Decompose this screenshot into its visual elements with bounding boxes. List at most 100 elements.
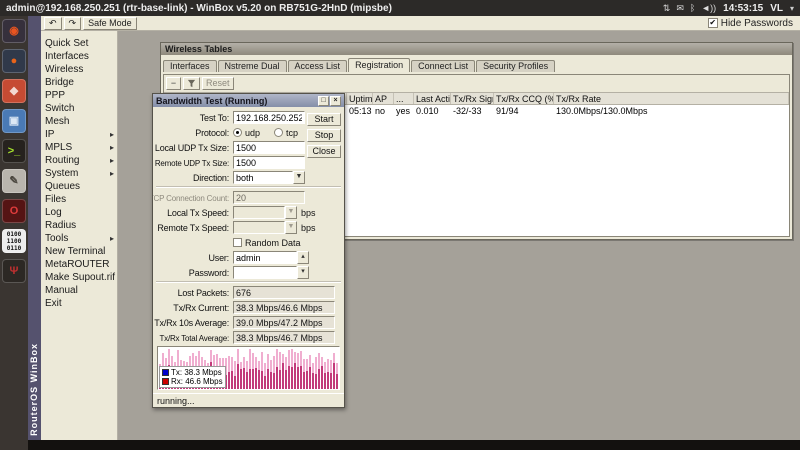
tx-rx-current-label: Tx/Rx Current: (173, 303, 229, 313)
chart-bar (276, 349, 278, 389)
media-app-icon[interactable]: ▣ (2, 109, 26, 133)
test-to-input[interactable] (233, 111, 305, 124)
sidebar-item-bridge[interactable]: Bridge (41, 76, 117, 89)
sidebar-item-ip[interactable]: IP▸ (41, 128, 117, 141)
safe-mode-button[interactable]: Safe Mode (83, 17, 137, 30)
dash-home-icon[interactable]: ◉ (2, 19, 26, 43)
clock[interactable]: 14:53:15 (723, 3, 763, 14)
sidebar-item-mesh[interactable]: Mesh (41, 115, 117, 128)
local-udp-tx-size-input[interactable] (233, 141, 305, 154)
sidebar-item-radius[interactable]: Radius (41, 219, 117, 232)
column-header-last-activi[interactable]: Last Activi... (414, 93, 451, 104)
protocol-udp-radio[interactable] (233, 128, 242, 137)
sidebar-item-ppp[interactable]: PPP (41, 89, 117, 102)
legend-tx-label: Tx: 38.3 Mbps (171, 368, 222, 377)
sidebar-item-exit[interactable]: Exit (41, 297, 117, 310)
legend-rx: Rx: 46.6 Mbps (162, 377, 223, 386)
user-dropdown-icon[interactable]: ▴ (297, 251, 309, 264)
redo-icon: ↷ (69, 18, 77, 28)
tcp-connection-count-input (233, 191, 305, 204)
mail-icon[interactable]: ✉ (676, 4, 684, 13)
remote-udp-tx-size-input[interactable] (233, 156, 305, 169)
legend-rx-swatch (162, 378, 169, 385)
remote-tx-speed-label: Remote Tx Speed: (157, 223, 229, 233)
sidebar-item-routing[interactable]: Routing▸ (41, 154, 117, 167)
filter-button[interactable] (183, 77, 200, 90)
submenu-arrow-icon: ▸ (110, 130, 114, 139)
window-title: admin@192.168.250.251 (rtr-base-link) - … (6, 3, 392, 14)
user-input[interactable] (233, 251, 297, 264)
random-data-checkbox[interactable] (233, 238, 242, 247)
sidebar-item-make-supout-rif[interactable]: Make Supout.rif (41, 271, 117, 284)
sidebar-item-switch[interactable]: Switch (41, 102, 117, 115)
tab-nstreme-dual[interactable]: Nstreme Dual (218, 60, 287, 72)
tx-rx-10s-average-value: 39.0 Mbps/47.2 Mbps (233, 316, 335, 329)
direction-dropdown-icon[interactable]: ▼ (293, 171, 305, 184)
sidebar-item-interfaces[interactable]: Interfaces (41, 50, 117, 63)
volume-icon[interactable]: ◄)) (701, 4, 716, 13)
rollup-button[interactable]: □ (318, 96, 329, 106)
tab-interfaces[interactable]: Interfaces (163, 60, 217, 72)
column-header-more[interactable]: ... (394, 93, 414, 104)
sidebar-item-queues[interactable]: Queues (41, 180, 117, 193)
bandwidth-test-titlebar[interactable]: Bandwidth Test (Running) □ × (153, 94, 344, 107)
session-indicator[interactable]: VL (770, 3, 783, 14)
start-button[interactable]: Start (307, 113, 341, 126)
close-button[interactable]: Close (307, 145, 341, 158)
mdi-area: Wireless Tables InterfacesNstreme DualAc… (118, 31, 800, 440)
column-header-tx-rx-rate[interactable]: Tx/Rx Rate (554, 93, 789, 104)
chart-bar (267, 354, 269, 389)
password-input[interactable] (233, 266, 297, 279)
redo-button[interactable]: ↷ (64, 17, 82, 30)
undo-icon: ↶ (49, 18, 57, 28)
remove-button[interactable]: − (166, 77, 181, 90)
password-dropdown-icon[interactable]: ▾ (297, 266, 309, 279)
direction-input[interactable] (233, 171, 293, 184)
sidebar-item-system[interactable]: System▸ (41, 167, 117, 180)
sidebar-item-quick-set[interactable]: Quick Set (41, 37, 117, 50)
tray-icons: ⇅ ✉ ᛒ ◄)) (663, 4, 716, 13)
sidebar-item-wireless[interactable]: Wireless (41, 63, 117, 76)
network-updown-icon[interactable]: ⇅ (663, 4, 671, 13)
reset-button[interactable]: Reset (202, 77, 234, 90)
undo-button[interactable]: ↶ (44, 17, 62, 30)
tab-registration[interactable]: Registration (348, 58, 410, 72)
tab-access-list[interactable]: Access List (288, 60, 348, 72)
sidebar-item-metarouter[interactable]: MetaROUTER (41, 258, 117, 271)
opera-icon[interactable]: O (2, 199, 26, 223)
chart-bar (234, 361, 236, 389)
wireless-tables-titlebar[interactable]: Wireless Tables (161, 43, 792, 55)
direction-label: Direction: (193, 173, 229, 183)
tab-connect-list[interactable]: Connect List (411, 60, 475, 72)
column-header-tx-rx-ccq[interactable]: Tx/Rx CCQ (%) (494, 93, 554, 104)
column-header-tx-rx-signal[interactable]: Tx/Rx Signal ... (451, 93, 494, 104)
check-icon: ✔ (709, 19, 716, 27)
chevron-down-icon[interactable]: ▾ (790, 4, 794, 13)
protocol-tcp-radio[interactable] (274, 128, 283, 137)
sidebar-item-mpls[interactable]: MPLS▸ (41, 141, 117, 154)
hide-passwords-checkbox[interactable]: ✔ (708, 18, 718, 28)
row-cell: -32/-33 (451, 106, 494, 116)
terminal-icon[interactable]: >_ (2, 139, 26, 163)
text-editor-icon[interactable]: ✎ (2, 169, 26, 193)
binary-app-icon[interactable]: 010011000110 (2, 229, 26, 253)
software-center-icon[interactable]: ◆ (2, 79, 26, 103)
sidebar-item-files[interactable]: Files (41, 193, 117, 206)
field-random-data: Random Data (153, 236, 340, 249)
chart-bar (270, 360, 272, 389)
stop-button[interactable]: Stop (307, 129, 341, 142)
chart-bar (255, 357, 257, 389)
sidebar-item-log[interactable]: Log (41, 206, 117, 219)
bluetooth-icon[interactable]: ᛒ (690, 4, 695, 13)
sidebar-item-manual[interactable]: Manual (41, 284, 117, 297)
tab-security-profiles[interactable]: Security Profiles (476, 60, 555, 72)
column-header-ap[interactable]: AP (373, 93, 394, 104)
firefox-icon[interactable]: ● (2, 49, 26, 73)
sidebar-item-tools[interactable]: Tools▸ (41, 232, 117, 245)
column-header-uptime[interactable]: Uptime (347, 93, 373, 104)
wine-icon[interactable]: Ψ (2, 259, 26, 283)
chart-bar (273, 356, 275, 389)
close-icon[interactable]: × (330, 96, 341, 106)
random-data-label: Random Data (245, 238, 301, 248)
sidebar-item-new-terminal[interactable]: New Terminal (41, 245, 117, 258)
